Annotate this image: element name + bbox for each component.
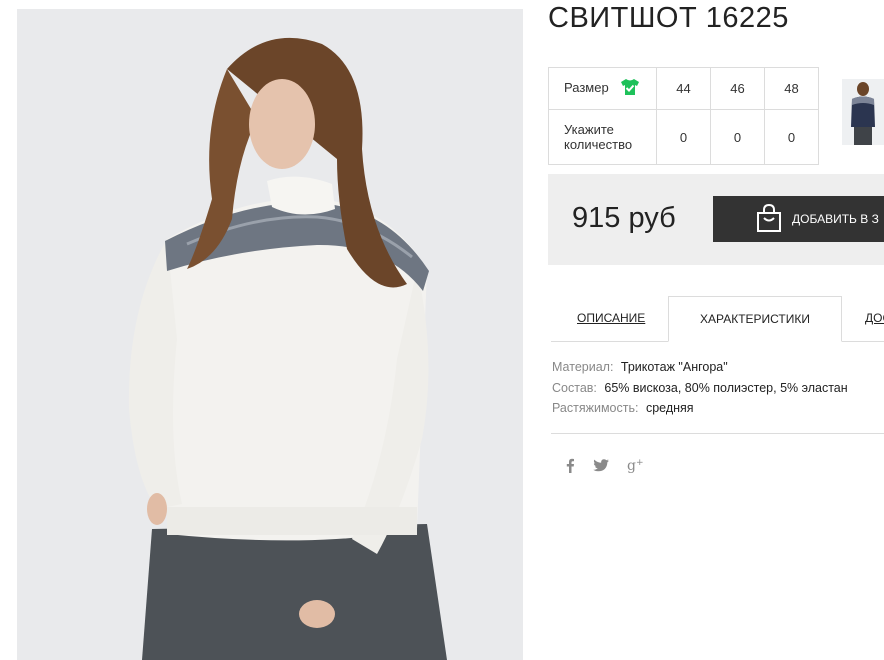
twitter-icon[interactable] xyxy=(593,458,609,476)
property-value: 65% вискоза, 80% полиэстер, 5% эластан xyxy=(604,380,848,395)
quantity-46[interactable]: 0 xyxy=(710,109,765,165)
svg-text:g: g xyxy=(627,458,636,473)
product-thumbnail[interactable] xyxy=(842,79,884,145)
tab-delivery[interactable]: ДОС xyxy=(865,296,884,340)
add-to-cart-label: ДОБАВИТЬ В З xyxy=(792,212,879,226)
price: 915 руб xyxy=(572,202,676,234)
tshirt-check-icon[interactable] xyxy=(620,78,640,99)
tab-characteristics[interactable]: ХАРАКТЕРИСТИКИ xyxy=(668,296,842,342)
property-value: Трикотаж "Ангора" xyxy=(620,360,728,374)
size-label-cell: Размер xyxy=(548,67,657,110)
size-44[interactable]: 44 xyxy=(656,67,711,110)
divider xyxy=(551,433,884,434)
size-48[interactable]: 48 xyxy=(764,67,819,110)
buy-box: 915 руб ДОБАВИТЬ В З xyxy=(548,174,884,265)
product-tabs: ОПИСАНИЕ ХАРАКТЕРИСТИКИ ДОС xyxy=(551,296,884,342)
svg-text:+: + xyxy=(636,458,644,468)
property-key: Материал: xyxy=(552,360,614,374)
add-to-cart-button[interactable]: ДОБАВИТЬ В З xyxy=(713,196,884,242)
property-row: Состав: 65% вискоза, 80% полиэстер, 5% э… xyxy=(552,378,848,399)
property-value: средняя xyxy=(645,401,694,415)
social-share: g + xyxy=(565,457,644,477)
tab-description[interactable]: ОПИСАНИЕ xyxy=(577,296,645,340)
size-46[interactable]: 46 xyxy=(710,67,765,110)
size-table: Размер 44 46 48 Укажите количество 0 0 0 xyxy=(548,67,819,165)
product-photo[interactable] xyxy=(17,9,523,660)
property-key: Растяжимость: xyxy=(552,401,639,415)
characteristics-list: Материал: Трикотаж "Ангора" Состав: 65% … xyxy=(552,357,848,419)
quantity-label: Укажите количество xyxy=(548,109,657,165)
size-label: Размер xyxy=(564,79,609,95)
product-title: СВИТШОТ 16225 xyxy=(548,2,789,34)
property-row: Материал: Трикотаж "Ангора" xyxy=(552,357,848,378)
shopping-bag-icon xyxy=(756,203,782,235)
facebook-icon[interactable] xyxy=(565,458,575,477)
property-row: Растяжимость: средняя xyxy=(552,398,848,419)
quantity-44[interactable]: 0 xyxy=(656,109,711,165)
google-plus-icon[interactable]: g + xyxy=(627,457,644,477)
property-key: Состав: xyxy=(552,380,597,395)
quantity-48[interactable]: 0 xyxy=(764,109,819,165)
